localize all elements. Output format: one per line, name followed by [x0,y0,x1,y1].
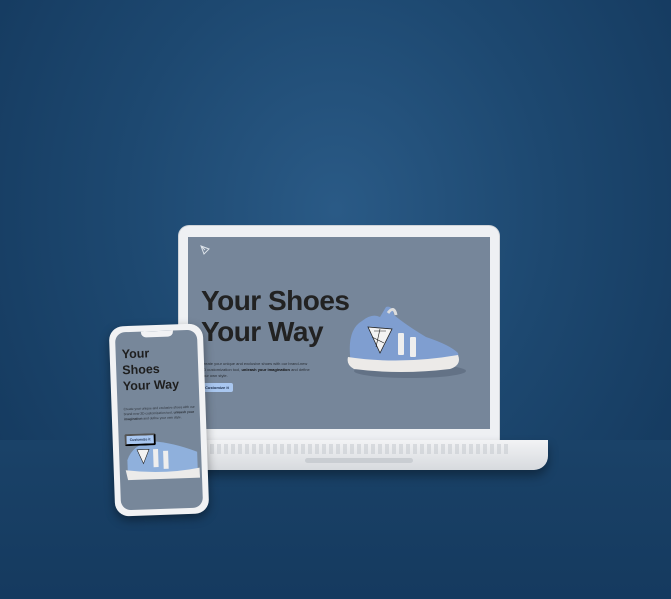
hero-description: Create your unique and exclusive shoes w… [201,361,311,379]
customize-button[interactable]: Customize it [201,383,233,392]
phone-headline-line-2: Shoes [121,361,160,378]
laptop-screen: Your Shoes Your Way Create your unique a… [188,237,490,429]
phone: Your Shoes Your Way Create your unique a… [108,323,210,517]
keyboard [210,444,510,454]
hero-headline: Your Shoes Your Way [201,285,350,347]
headline-line-1: Your Shoes [201,285,350,316]
phone-screen: Your Shoes Your Way Create your unique a… [114,329,204,511]
headline-line-2: Your Way [201,316,324,347]
phone-customize-button[interactable]: Customize it [124,433,156,447]
phone-headline: Your Shoes Your Way [121,344,179,394]
phone-notch [140,330,174,338]
phone-desc-end: and define your own style. [143,415,182,421]
desc-bold: unleash your imagination [241,367,290,372]
shoe-image [347,306,466,378]
brand-logo-icon [200,245,210,255]
phone-description: Create your unique and exclusive shoes w… [124,405,196,423]
laptop-base [170,440,548,470]
trackpad-notch [305,458,413,463]
phone-headline-line-3: Your Way [122,377,180,394]
